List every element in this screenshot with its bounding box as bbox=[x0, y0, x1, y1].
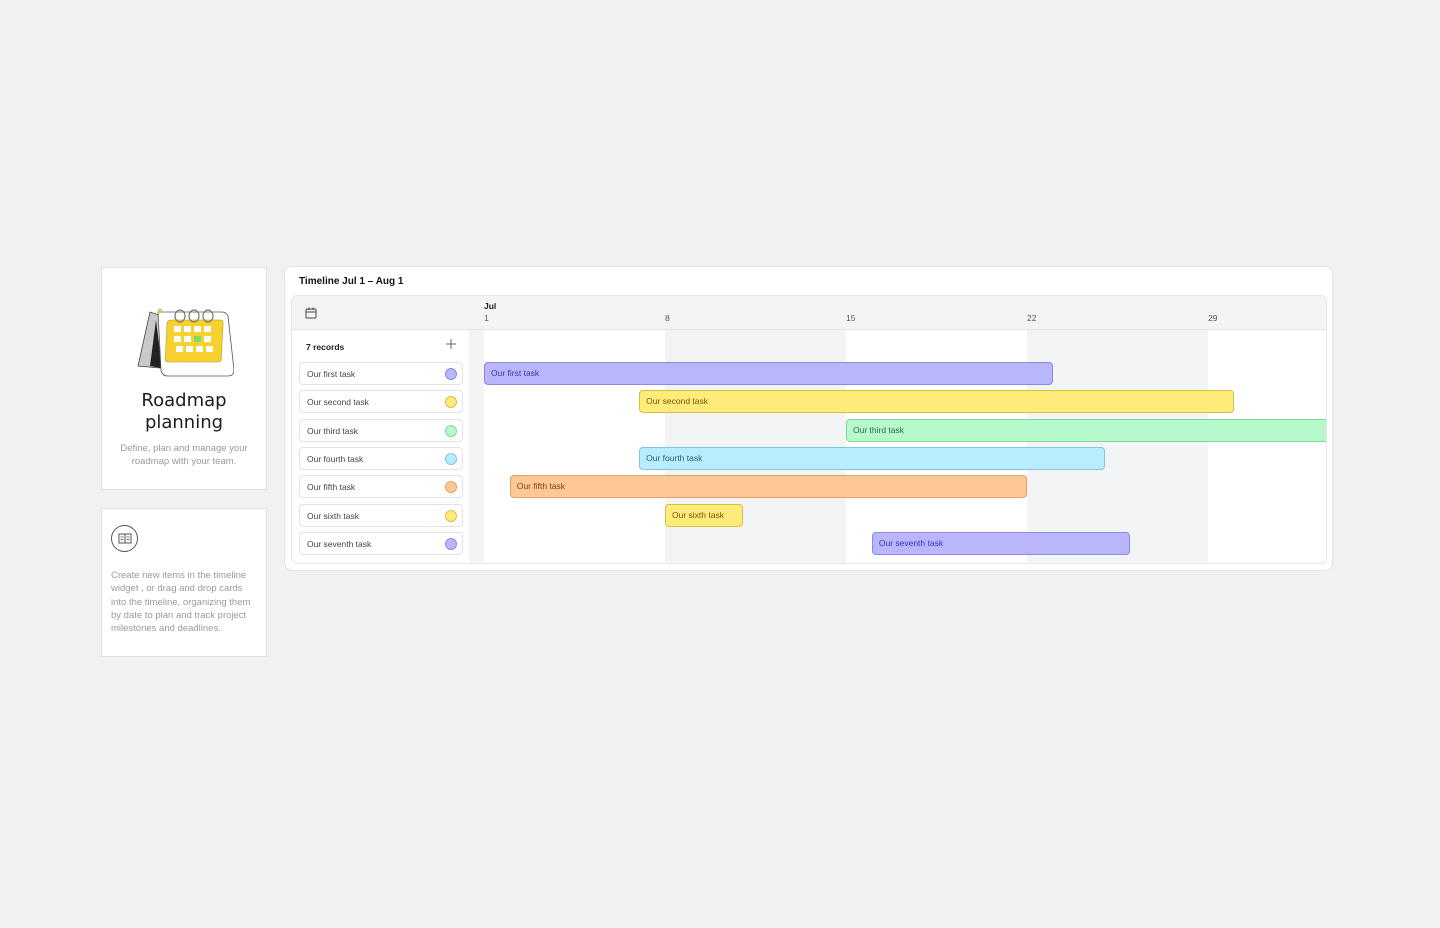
task-bar[interactable]: Our first task bbox=[484, 362, 1053, 385]
timeline-title: Timeline Jul 1 – Aug 1 bbox=[299, 276, 404, 287]
record-name: Our fourth task bbox=[307, 453, 364, 464]
record-item[interactable]: Our second task bbox=[299, 390, 463, 414]
date-tick: 8 bbox=[665, 313, 670, 323]
color-dot[interactable] bbox=[445, 537, 457, 550]
record-name: Our third task bbox=[307, 425, 359, 436]
intro-card: Roadmap planning Define, plan and manage… bbox=[101, 267, 267, 490]
desk-calendar-illustration bbox=[137, 308, 234, 377]
color-dot[interactable] bbox=[445, 424, 457, 437]
timeline-gutter bbox=[469, 330, 484, 563]
intro-description: Define, plan and manage your roadmap wit… bbox=[120, 443, 248, 467]
record-name: Our second task bbox=[307, 397, 369, 408]
record-item[interactable]: Our fourth task bbox=[299, 446, 463, 470]
record-item[interactable]: Our fifth task bbox=[299, 475, 463, 499]
month-label: Jul bbox=[484, 301, 497, 311]
date-tick: 29 bbox=[1208, 313, 1218, 323]
record-item[interactable]: Our first task bbox=[299, 362, 463, 385]
intro-title: Roadmap planning bbox=[141, 390, 227, 433]
timeline-widget[interactable]: Timeline Jul 1 – Aug 1 Jul 1 8 15 22 29 7 re… bbox=[284, 266, 1333, 571]
info-card: Create new items in the timeline widget … bbox=[101, 508, 267, 657]
add-record-button[interactable] bbox=[443, 338, 459, 354]
task-bar[interactable]: Our seventh task bbox=[871, 531, 1131, 555]
color-dot[interactable] bbox=[445, 452, 457, 465]
task-bar[interactable]: Our fifth task bbox=[509, 475, 1027, 499]
color-dot[interactable] bbox=[445, 509, 457, 522]
color-dot[interactable] bbox=[445, 481, 457, 494]
records-count: 7 records bbox=[306, 342, 345, 352]
date-tick: 22 bbox=[1027, 313, 1037, 323]
record-name: Our first task bbox=[307, 369, 356, 379]
book-icon bbox=[111, 525, 138, 552]
timeline-header: Jul 1 8 15 22 29 bbox=[292, 296, 1326, 330]
record-item[interactable]: Our sixth task bbox=[299, 503, 463, 527]
task-bar[interactable]: Our second task bbox=[639, 390, 1234, 414]
task-bar[interactable]: Our sixth task bbox=[665, 503, 743, 527]
date-tick: 15 bbox=[846, 313, 856, 323]
record-name: Our fifth task bbox=[307, 482, 356, 493]
color-dot[interactable] bbox=[445, 368, 457, 380]
record-name: Our sixth task bbox=[307, 510, 359, 521]
plus-icon bbox=[446, 339, 456, 349]
calendar-icon[interactable] bbox=[305, 306, 317, 324]
record-item[interactable]: Our seventh task bbox=[299, 531, 463, 555]
date-tick: 1 bbox=[484, 313, 489, 323]
task-bar[interactable]: Our fourth task bbox=[639, 446, 1105, 470]
info-description: Create new items in the timeline widget … bbox=[111, 570, 251, 635]
task-bar[interactable]: Our third task bbox=[846, 418, 1326, 442]
record-item[interactable]: Our third task bbox=[299, 418, 463, 442]
timeline-grid: Our first task Our second task Our third t… bbox=[484, 330, 1326, 563]
timeline-frame: Jul 1 8 15 22 29 7 records Our first task Our… bbox=[291, 295, 1327, 564]
record-name: Our seventh task bbox=[307, 538, 372, 549]
records-panel: 7 records Our first task Our second task O… bbox=[292, 330, 469, 563]
color-dot[interactable] bbox=[445, 396, 457, 409]
